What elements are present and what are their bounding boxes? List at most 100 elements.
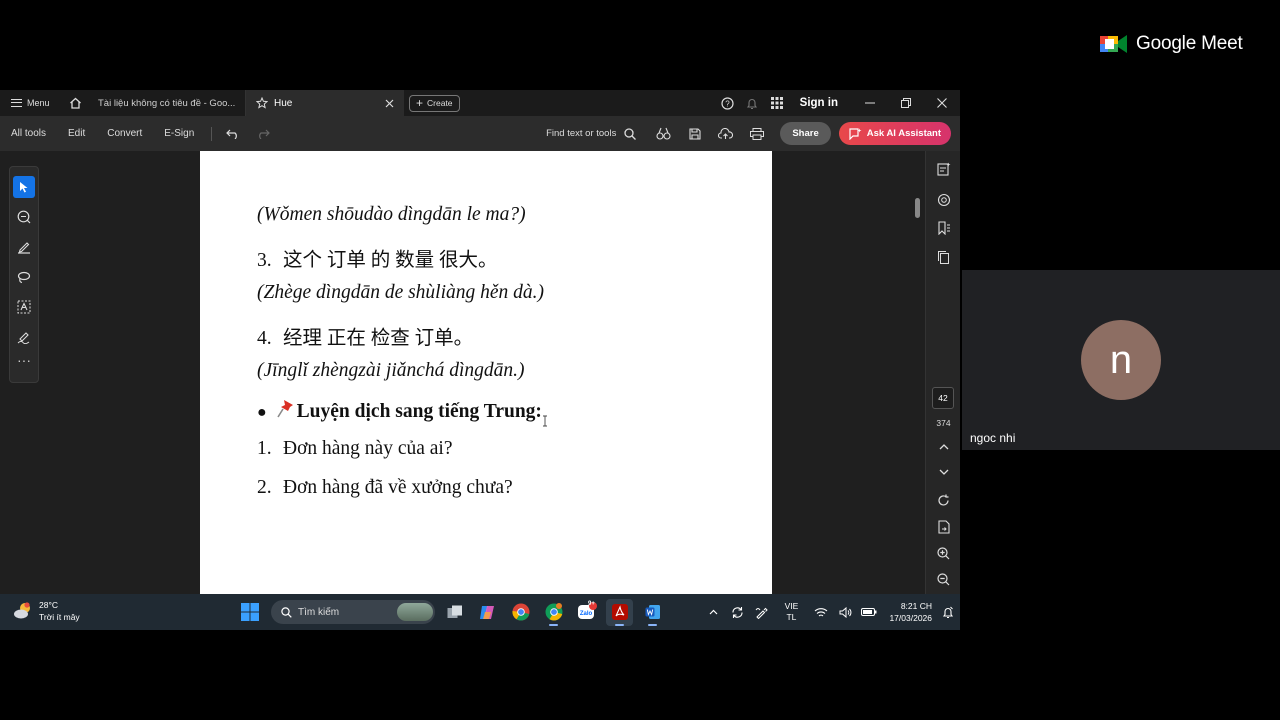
hamburger-icon	[11, 99, 22, 107]
close-icon[interactable]	[385, 99, 394, 108]
all-tools-menu[interactable]: All tools	[0, 128, 57, 139]
weather-desc: Trời ít mây	[39, 612, 80, 622]
apps-button[interactable]	[765, 97, 790, 109]
pdf-page: (Wǒmen shōudào dìngdān le ma?) 3. 这个 订单 的…	[200, 151, 772, 594]
zoom-out-icon	[937, 573, 950, 586]
close-icon	[937, 98, 947, 108]
pen-icon	[18, 242, 30, 254]
read-aloud-button[interactable]	[648, 127, 679, 140]
pages-panel-button[interactable]	[926, 250, 960, 264]
sign-in-link[interactable]: Sign in	[800, 97, 838, 109]
minimize-button[interactable]	[852, 98, 888, 108]
bell-icon	[747, 98, 758, 109]
exercise-line: 2. Đơn hàng đã về xưởng chưa?	[257, 477, 513, 498]
print-button[interactable]	[741, 127, 772, 140]
menu-button[interactable]: Menu	[0, 98, 62, 108]
notification-badge: 9+	[588, 600, 595, 607]
taskbar-search[interactable]: Tìm kiếm	[271, 600, 435, 624]
ask-ai-assistant-button[interactable]: Ask AI Assistant	[838, 122, 951, 145]
sync-tray-icon[interactable]	[725, 606, 749, 619]
google-meet-logo: Google Meet	[1100, 33, 1243, 55]
windows-taskbar: 28°C Trời ít mây Tìm kiếm Zalo 9+ VIE TL…	[0, 594, 960, 630]
zoom-in-button[interactable]	[926, 547, 960, 560]
taskbar-zalo[interactable]: Zalo 9+	[573, 599, 600, 626]
previous-page-button[interactable]	[926, 443, 960, 450]
restore-button[interactable]	[888, 98, 924, 108]
edit-menu[interactable]: Edit	[57, 128, 96, 139]
select-tool[interactable]	[13, 176, 35, 198]
toolbar-divider	[211, 126, 213, 141]
rotate-button[interactable]	[926, 494, 960, 507]
undo-icon	[226, 129, 238, 139]
copy-pages-icon	[938, 251, 949, 264]
save-button[interactable]	[679, 127, 710, 140]
extract-page-button[interactable]	[926, 520, 960, 534]
pinyin-line: (Zhège dìngdān de shùliàng hěn dà.)	[257, 282, 545, 303]
create-button[interactable]: + Create	[409, 94, 460, 112]
comment-tool[interactable]	[13, 206, 35, 228]
home-button[interactable]	[62, 97, 88, 109]
ai-summary-button[interactable]	[926, 162, 960, 176]
bookmark-icon	[937, 221, 950, 235]
next-page-button[interactable]	[926, 469, 960, 476]
tab-label: Hue	[274, 97, 293, 109]
highlight-tool[interactable]	[13, 236, 35, 258]
current-page-input[interactable]: 42	[932, 387, 954, 409]
convert-menu[interactable]: Convert	[96, 128, 153, 139]
clock-time: 8:21 CH	[900, 601, 932, 611]
comments-panel-button[interactable]	[926, 193, 960, 207]
system-clock[interactable]: 8:21 CH 17/03/2026	[889, 600, 932, 624]
more-tools-icon[interactable]: ···	[17, 353, 31, 367]
taskbar-file-explorer[interactable]	[441, 599, 468, 626]
esign-menu[interactable]: E-Sign	[153, 128, 205, 139]
notification-center-button[interactable]	[936, 606, 960, 619]
weather-widget[interactable]: 28°C Trời ít mây	[13, 599, 80, 623]
input-method-tray[interactable]	[749, 606, 773, 619]
tab-hue[interactable]: Hue	[246, 90, 404, 116]
svg-text:Zalo: Zalo	[579, 611, 592, 617]
notifications-button[interactable]	[740, 97, 765, 110]
tab-google-doc[interactable]: Tài liệu không có tiêu đề - Goo...	[88, 90, 246, 116]
show-hidden-icons-button[interactable]	[701, 609, 725, 615]
bookmarks-panel-button[interactable]	[926, 221, 960, 235]
wifi-tray[interactable]	[809, 607, 833, 618]
text-tool[interactable]	[13, 296, 35, 318]
bullet: ●	[257, 404, 267, 421]
avatar: n	[1081, 320, 1161, 400]
vertical-scrollbar[interactable]	[915, 198, 920, 218]
redo-button[interactable]	[248, 129, 278, 139]
cursor-icon	[20, 182, 28, 193]
quick-tools-rail: ···	[9, 166, 39, 383]
upload-button[interactable]	[710, 127, 741, 140]
window-close-button[interactable]	[924, 98, 960, 108]
read-mode-icon	[656, 127, 671, 140]
pinyin-line: (Wǒmen shōudào dìngdān le ma?)	[257, 204, 526, 225]
taskbar-copilot[interactable]	[474, 599, 501, 626]
taskbar-acrobat[interactable]	[606, 598, 633, 626]
participant-tile[interactable]: n ngoc nhi	[962, 270, 1280, 450]
sign-tool[interactable]	[13, 326, 35, 348]
weather-temp: 28°C	[39, 600, 58, 610]
share-button[interactable]: Share	[780, 122, 831, 145]
find-tools-search[interactable]: Find text or tools	[546, 127, 637, 140]
pushpin-icon	[276, 399, 293, 418]
taskbar-word[interactable]	[639, 599, 666, 626]
taskbar-chrome[interactable]	[507, 599, 534, 626]
chrome-icon	[511, 603, 529, 621]
search-placeholder: Tìm kiếm	[298, 606, 340, 618]
battery-tray[interactable]	[857, 607, 881, 617]
zoom-out-button[interactable]	[926, 573, 960, 586]
taskbar-chrome-profile[interactable]	[540, 599, 567, 626]
start-button[interactable]	[236, 599, 263, 626]
undo-button[interactable]	[218, 129, 248, 139]
exercise-line: 1. Đơn hàng này của ai?	[257, 438, 453, 459]
shared-screen: Menu Tài liệu không có tiêu đề - Goo... …	[0, 90, 960, 630]
volume-tray[interactable]	[833, 606, 857, 618]
language-indicator[interactable]: VIE TL	[777, 601, 805, 623]
help-button[interactable]: ?	[715, 96, 740, 110]
draw-tool[interactable]	[13, 266, 35, 288]
minimize-icon	[865, 102, 875, 104]
apps-grid-icon	[771, 97, 784, 109]
star-icon[interactable]	[256, 97, 268, 109]
ai-label: Ask AI Assistant	[866, 128, 941, 139]
